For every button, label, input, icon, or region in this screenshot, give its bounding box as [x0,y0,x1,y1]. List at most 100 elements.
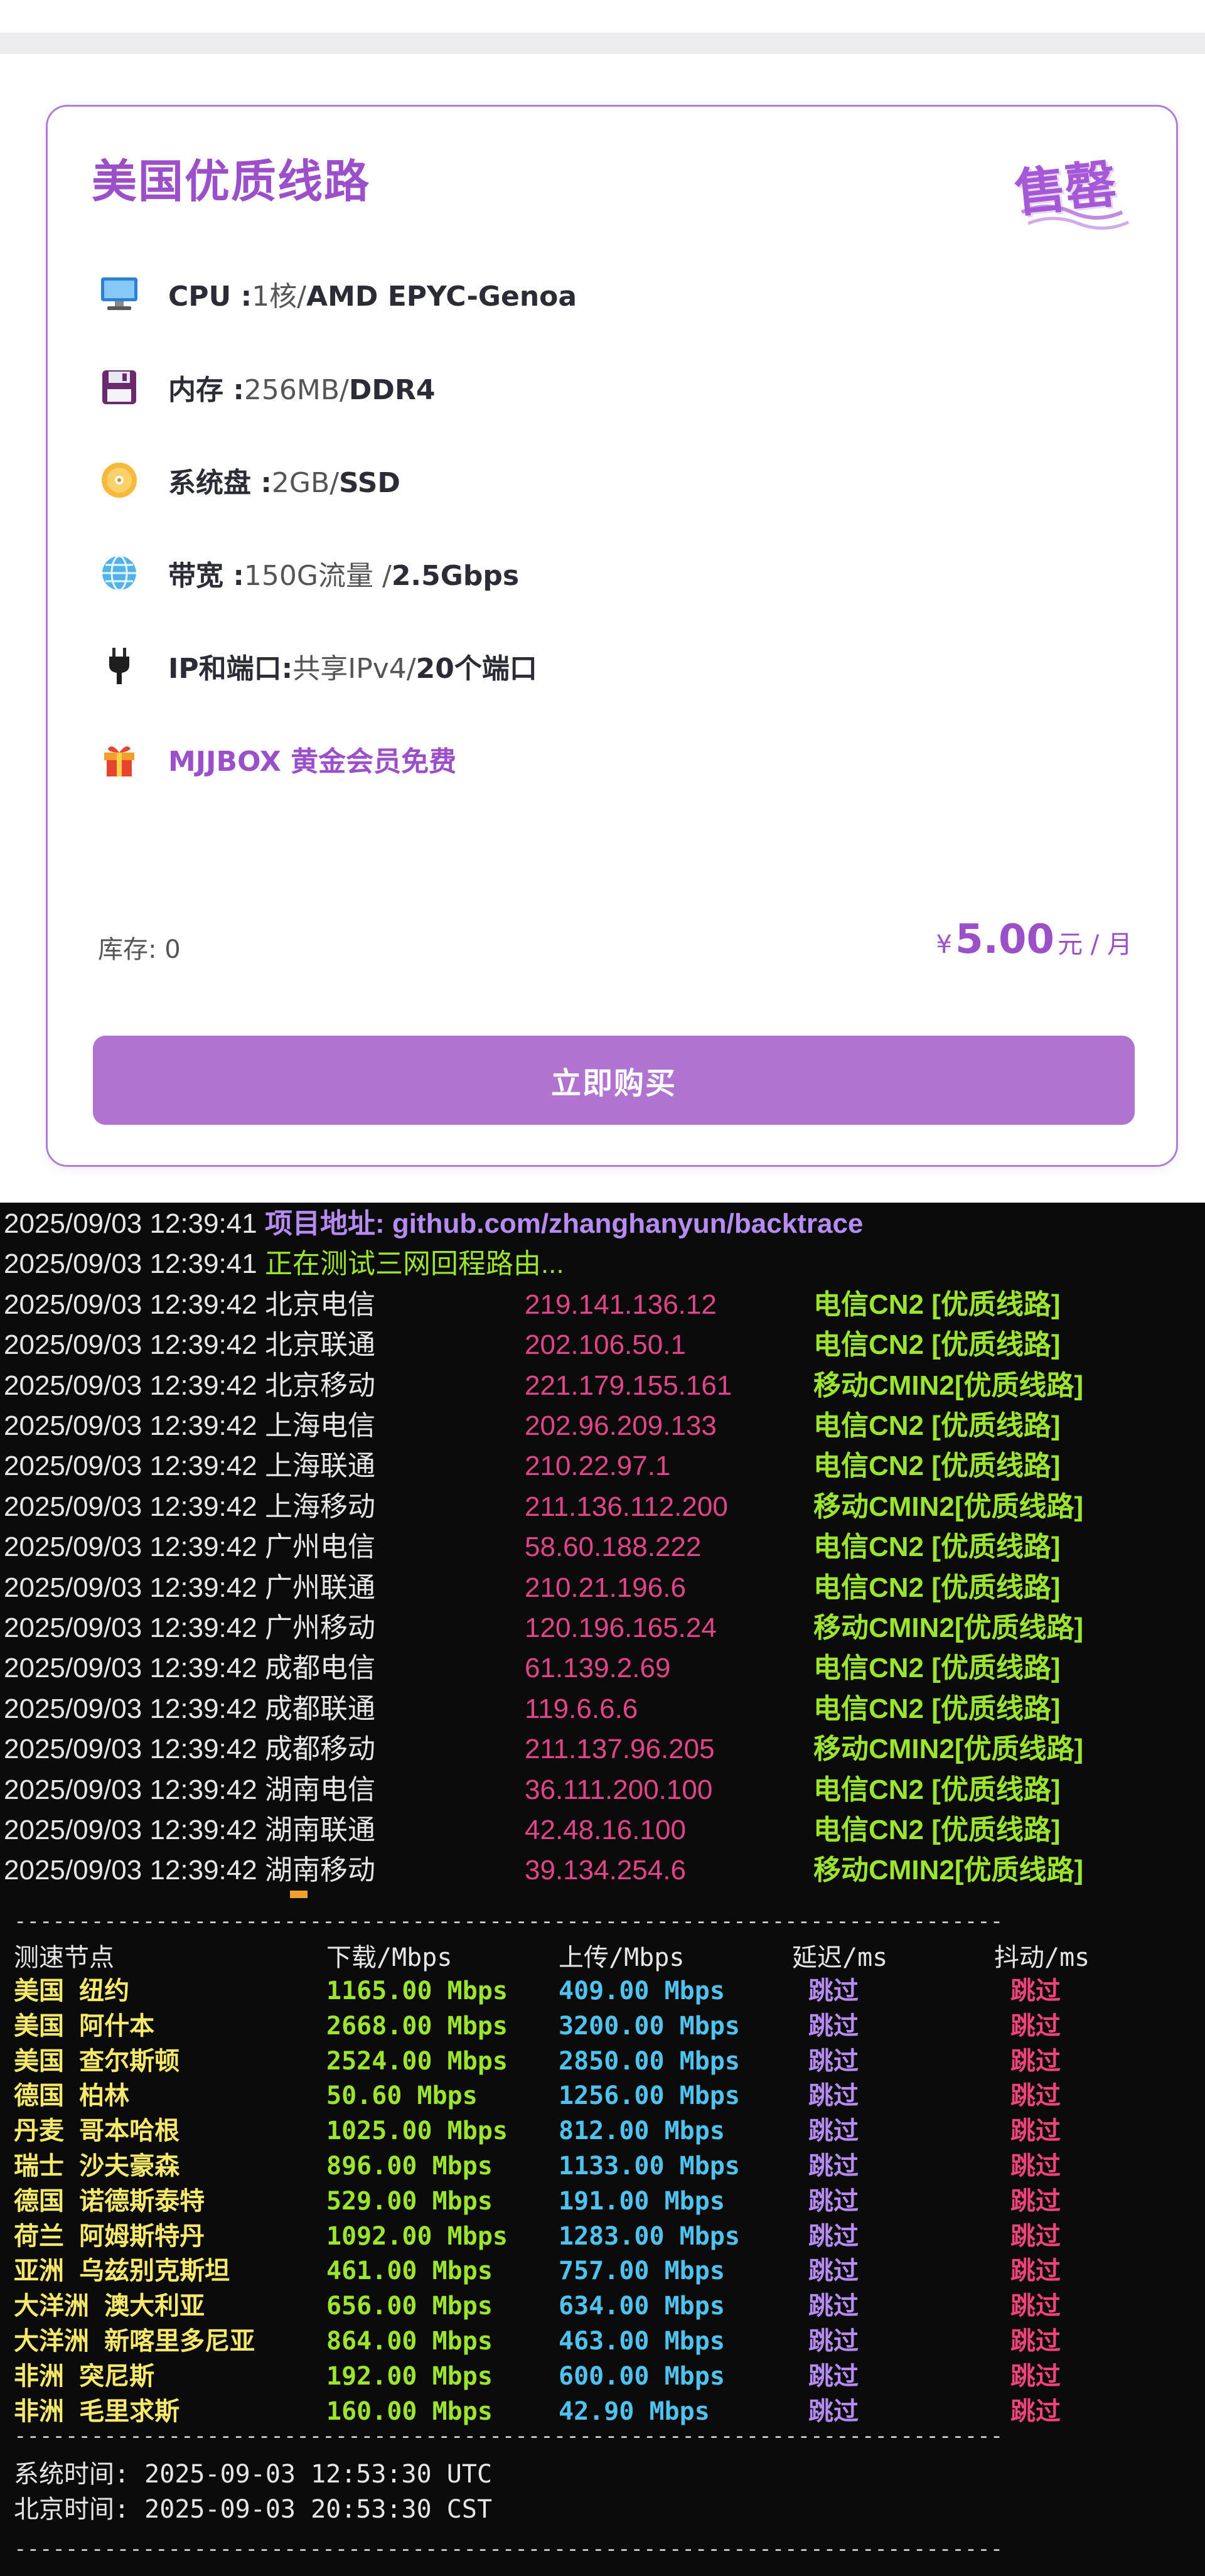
speed-latency: 跳过 [808,2011,859,2041]
speed-download: 1025.00 Mbps [326,2117,508,2146]
route-ip: 211.137.96.205 [525,1734,715,1765]
speed-jitter: 跳过 [1010,2396,1061,2426]
timestamp: 2025/09/03 12:39:42 [4,1370,257,1401]
floppy-disk-icon [98,366,141,409]
route-city: 上海移动 [264,1491,375,1522]
spec-disk-label: 系统盘 : [168,467,272,499]
gift-icon [98,738,141,780]
route-line: 2025/09/03 12:39:42 上海联通 210.22.97.1 电信CN2… [4,1446,1196,1486]
speed-upload: 3200.00 Mbps [559,2011,740,2041]
speed-node: 亚洲 乌兹别克斯坦 [14,2257,230,2286]
speed-node: 荷兰 阿姆斯特丹 [14,2221,205,2251]
speed-latency: 跳过 [808,2117,859,2146]
speed-latency: 跳过 [808,2292,859,2321]
route-ip: 119.6.6.6 [525,1693,638,1724]
route-line: 2025/09/03 12:39:42 成都电信 61.139.2.69 电信CN2… [4,1648,1196,1688]
speed-node: 非洲 毛里求斯 [14,2396,180,2426]
route-tag: 电信CN2 [优质线路] [813,1289,1061,1320]
speed-latency: 跳过 [808,1977,859,2005]
speed-jitter: 跳过 [1010,2186,1061,2216]
monitor-icon [98,272,141,315]
speed-download: 864.00 Mbps [326,2327,493,2356]
speed-jitter: 跳过 [1010,2152,1061,2181]
product-card: 美国优质线路 售罄 CPU :1核/AMD EPYC-Genoa 内存 :256… [46,105,1178,1167]
speed-header-upload: 上传/Mbps [559,1943,685,1972]
route-ip: 210.21.196.6 [525,1572,686,1603]
route-city: 北京电信 [264,1289,375,1320]
system-time: 系统时间: 2025-09-03 12:53:30 UTC [14,2460,493,2489]
buy-now-button[interactable]: 立即购买 [93,1036,1135,1125]
speed-upload: 2850.00 Mbps [559,2046,740,2076]
timestamp: 2025/09/03 12:39:42 [4,1451,257,1482]
speed-node: 美国 阿什本 [14,2011,155,2041]
speed-latency: 跳过 [808,2327,859,2356]
route-ip: 58.60.188.222 [525,1532,702,1563]
speed-latency: 跳过 [808,2152,859,2181]
speed-latency: 跳过 [808,2396,859,2426]
speed-latency: 跳过 [808,2186,859,2216]
route-city: 成都电信 [264,1653,375,1684]
route-tag: 电信CN2 [优质线路] [813,1653,1061,1684]
route-line: 2025/09/03 12:39:42 广州联通 210.21.196.6 电信CN… [4,1568,1196,1608]
timestamp: 2025/09/03 12:39:42 [4,1491,257,1522]
timestamp: 2025/09/03 12:39:42 [4,1855,257,1886]
route-ip: 202.96.209.133 [525,1410,717,1441]
speed-node: 大洋洲 澳大利亚 [14,2292,205,2321]
price-unit: 元 / 月 [1058,930,1132,959]
price-amount: 5.00 [955,916,1054,963]
sold-out-stamp: 售罄 [1009,144,1141,239]
spec-bandwidth-label: 带宽 : [168,560,244,592]
route-city: 北京移动 [264,1370,375,1401]
timestamp: 2025/09/03 12:39:42 [4,1572,257,1603]
route-tag: 移动CMIN2[优质线路] [813,1734,1084,1765]
stock-label: 库存: [98,935,157,964]
speed-upload: 1283.00 Mbps [559,2221,740,2251]
speed-download: 656.00 Mbps [326,2292,493,2321]
spec-memory-label: 内存 : [168,374,244,406]
speed-download: 1165.00 Mbps [326,1977,508,2005]
speed-node: 大洋洲 新喀里多尼亚 [14,2327,255,2356]
route-line: 2025/09/03 12:39:42 北京电信 219.141.136.12 电信… [4,1285,1196,1325]
speed-header-node: 测速节点 [14,1943,114,1972]
beijing-time: 北京时间: 2025-09-03 20:53:30 CST [14,2495,493,2524]
route-tag: 电信CN2 [优质线路] [813,1451,1061,1482]
speed-header-download: 下载/Mbps [326,1943,453,1972]
route-line: 2025/09/03 12:39:42 湖南移动 39.134.254.6 移动CM… [4,1850,1196,1891]
speed-row: 丹麦 哥本哈根 1025.00 Mbps 812.00 Mbps 跳过 跳过 [0,2113,1192,2149]
route-ip: 120.196.165.24 [525,1613,717,1643]
timestamp: 2025/09/03 12:39:41 [4,1208,257,1239]
spec-memory: 内存 :256MB/DDR4 [98,362,435,412]
speed-row: 美国 纽约 1165.00 Mbps 409.00 Mbps 跳过 跳过 [0,1973,1192,2009]
spec-membership: MJJBOX 黄金会员免费 [98,734,456,784]
spec-disk: 系统盘 :2GB/SSD [98,455,400,505]
speed-row: 非洲 突尼斯 192.00 Mbps 600.00 Mbps 跳过 跳过 [0,2359,1192,2394]
route-line: 2025/09/03 12:39:42 广州电信 58.60.188.222 电信C… [4,1527,1196,1567]
route-city: 广州电信 [264,1532,375,1563]
spec-bandwidth: 带宽 :150G流量 /2.5Gbps [98,548,519,598]
separator-line: ----------------------------------------… [14,2425,1004,2447]
plug-icon [98,645,141,687]
route-city: 湖南联通 [264,1815,375,1845]
speed-download: 192.00 Mbps [326,2361,493,2391]
speed-jitter: 跳过 [1010,2361,1061,2391]
route-line: 2025/09/03 12:39:42 成都移动 211.137.96.205 移动… [4,1729,1196,1769]
speed-jitter: 跳过 [1010,1977,1061,2005]
speed-row: 大洋洲 澳大利亚 656.00 Mbps 634.00 Mbps 跳过 跳过 [0,2289,1192,2324]
speed-jitter: 跳过 [1010,2117,1061,2146]
route-tag: 电信CN2 [优质线路] [813,1774,1061,1805]
terminal-header-line: 2025/09/03 12:39:41 正在测试三网回程路由... [4,1244,564,1284]
spec-cpu-value: 1核/ [252,281,307,313]
spec-memory-type: DDR4 [348,374,436,406]
speed-row: 德国 诺德斯泰特 529.00 Mbps 191.00 Mbps 跳过 跳过 [0,2184,1192,2219]
speed-latency: 跳过 [808,2257,859,2286]
route-tag: 移动CMIN2[优质线路] [813,1613,1084,1643]
speed-download: 160.00 Mbps [326,2396,493,2426]
spec-ports-count: 20个端口 [415,653,537,685]
speed-jitter: 跳过 [1010,2327,1061,2356]
route-line: 2025/09/03 12:39:42 上海电信 202.96.209.133 电信… [4,1406,1196,1446]
route-line: 2025/09/03 12:39:42 广州移动 120.196.165.24 移动… [4,1608,1196,1648]
route-ip: 61.139.2.69 [525,1653,671,1684]
timestamp: 2025/09/03 12:39:42 [4,1815,257,1845]
route-tag: 移动CMIN2[优质线路] [813,1370,1084,1401]
speed-row: 瑞士 沙夫豪森 896.00 Mbps 1133.00 Mbps 跳过 跳过 [0,2149,1192,2184]
